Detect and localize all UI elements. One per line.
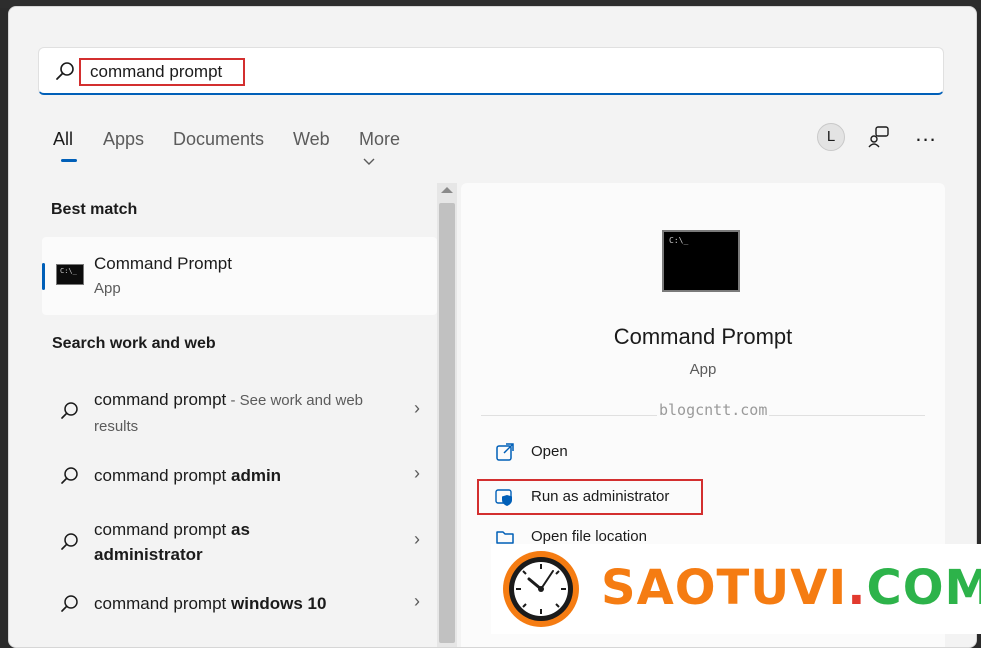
selection-indicator bbox=[42, 263, 45, 290]
user-avatar[interactable]: L bbox=[817, 123, 845, 151]
search-icon bbox=[56, 62, 74, 80]
search-icon bbox=[61, 402, 78, 419]
tab-all[interactable]: All bbox=[53, 129, 73, 150]
feedback-icon[interactable] bbox=[867, 125, 891, 149]
search-box[interactable]: command prompt bbox=[38, 47, 944, 95]
results-list: Best match C:\_ Command Prompt App Searc… bbox=[9, 183, 437, 647]
best-match-heading: Best match bbox=[51, 201, 138, 218]
result-query: command prompt bbox=[94, 390, 227, 409]
web-result-text: command prompt - See work and web result… bbox=[94, 387, 374, 439]
result-query: command prompt bbox=[94, 594, 231, 613]
result-query: command prompt bbox=[94, 466, 231, 485]
more-options-icon[interactable]: ... bbox=[914, 123, 938, 149]
chevron-right-icon: › bbox=[414, 529, 420, 549]
watermark: blogcntt.com bbox=[657, 401, 770, 419]
web-result-text: command prompt admin bbox=[94, 463, 374, 488]
scroll-up-arrow-icon[interactable] bbox=[441, 187, 453, 193]
best-match-item[interactable]: C:\_ Command Prompt App bbox=[42, 237, 437, 315]
result-query: command prompt bbox=[94, 520, 231, 539]
logo-text-part2: COM bbox=[866, 560, 981, 616]
scroll-thumb[interactable] bbox=[439, 203, 455, 643]
saotuvi-logo: SAOTUVI.COM bbox=[491, 544, 981, 634]
results-scrollbar[interactable] bbox=[437, 183, 457, 647]
open-file-location-label: Open file location bbox=[531, 528, 647, 545]
run-as-administrator-label: Run as administrator bbox=[531, 488, 670, 505]
best-match-title: Command Prompt bbox=[94, 254, 232, 273]
web-result-item[interactable]: command prompt admin › bbox=[42, 461, 437, 491]
logo-wordmark: SAOTUVI.COM bbox=[601, 560, 981, 616]
logo-text-dot: . bbox=[847, 560, 867, 616]
web-result-item[interactable]: command prompt as administrator › bbox=[42, 515, 437, 571]
clock-logo-icon bbox=[503, 551, 579, 627]
tab-documents[interactable]: Documents bbox=[173, 129, 264, 150]
prompt-glyph: C:\_ bbox=[60, 267, 77, 275]
chevron-right-icon: › bbox=[414, 591, 420, 611]
open-action[interactable]: Open bbox=[495, 439, 895, 465]
search-web-heading: Search work and web bbox=[52, 335, 216, 352]
web-result-item[interactable]: command prompt windows 10 › bbox=[42, 589, 437, 619]
web-result-text: command prompt as administrator bbox=[94, 517, 284, 567]
chevron-right-icon: › bbox=[414, 398, 420, 418]
tab-more[interactable]: More bbox=[359, 129, 400, 171]
preview-subtitle: App bbox=[689, 361, 717, 378]
preview-title: Command Prompt bbox=[613, 324, 793, 349]
chevron-right-icon: › bbox=[414, 463, 420, 483]
logo-text-part1: SAOTUVI bbox=[601, 560, 848, 616]
web-result-item[interactable]: command prompt - See work and web result… bbox=[42, 379, 437, 435]
shield-icon bbox=[495, 489, 512, 506]
search-icon bbox=[61, 467, 78, 484]
search-input[interactable]: command prompt bbox=[90, 62, 222, 82]
tab-more-label: More bbox=[359, 129, 401, 149]
open-label: Open bbox=[531, 443, 568, 460]
search-icon bbox=[61, 595, 78, 612]
prompt-glyph: C:\_ bbox=[669, 236, 689, 245]
command-prompt-icon: C:\_ bbox=[56, 264, 84, 285]
open-external-icon bbox=[496, 443, 514, 461]
best-match-subtitle: App bbox=[94, 280, 121, 297]
command-prompt-large-icon: C:\_ bbox=[662, 230, 740, 292]
web-result-text: command prompt windows 10 bbox=[94, 591, 374, 616]
run-as-administrator-action[interactable]: Run as administrator bbox=[495, 484, 895, 510]
result-query-bold: windows 10 bbox=[231, 594, 327, 613]
chevron-down-icon bbox=[363, 158, 375, 165]
tab-apps[interactable]: Apps bbox=[103, 129, 144, 150]
search-icon bbox=[61, 533, 78, 550]
tab-active-indicator bbox=[61, 159, 77, 162]
result-query-bold: admin bbox=[231, 466, 282, 485]
tab-web[interactable]: Web bbox=[293, 129, 330, 150]
